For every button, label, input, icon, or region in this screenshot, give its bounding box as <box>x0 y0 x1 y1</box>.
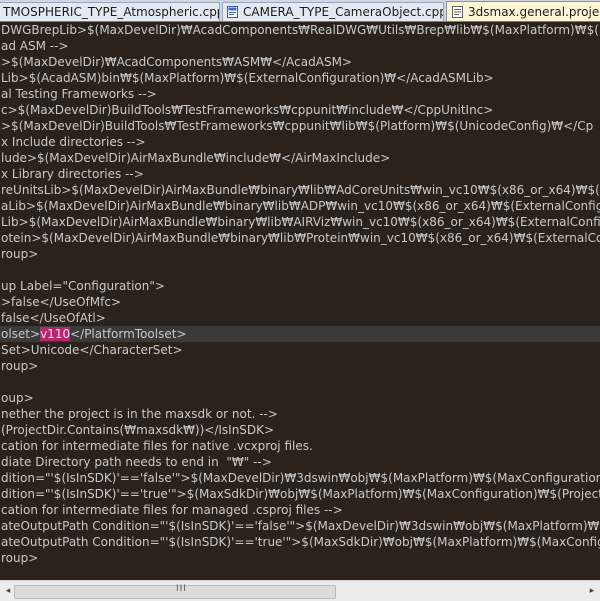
tab-general-project[interactable]: 3dsmax.general.project <box>446 1 600 21</box>
code-line: x Library directories --> <box>1 167 144 181</box>
code-line: >$(MaxDevelDir)BuildTools₩TestFrameworks… <box>1 119 594 133</box>
code-line: otein>$(MaxDevelDir)AirMaxBundle₩binary₩… <box>1 231 600 245</box>
code-line: roup> <box>1 359 39 373</box>
tab-label: CAMERA_TYPE_CameraObject.cpp <box>243 5 444 19</box>
code-line: DWGBrepLib>$(MaxDevelDir)₩AcadComponents… <box>1 23 599 37</box>
code-line: nether the project is in the maxsdk or n… <box>1 407 278 421</box>
code-line: (ProjectDir.Contains(₩maxsdk₩))</IsInSDK… <box>1 423 275 437</box>
code-line: al Testing Frameworks --> <box>1 87 157 101</box>
code-line: diate Directory path needs to end in "₩"… <box>1 455 272 469</box>
code-line: aLib>$(MaxDevelDir)AirMaxBundle₩binary₩l… <box>1 199 600 213</box>
code-line: c>$(MaxDevelDir)BuildTools₩TestFramework… <box>1 103 494 117</box>
code-line: oup> <box>1 391 34 405</box>
project-file-icon <box>452 5 463 18</box>
current-code-line: olset>v110</PlatformToolset> <box>0 326 600 342</box>
code-line: roup> <box>1 551 39 565</box>
scroll-right-arrow-icon[interactable]: ▸ <box>585 584 599 598</box>
code-line: cation for intermediate files for manage… <box>1 503 343 517</box>
code-line: >$(MaxDevelDir)₩AcadComponents₩ASM₩</Aca… <box>1 55 352 69</box>
code-line: ateOutputPath Condition="'$(IsInSDK)'=='… <box>1 535 600 549</box>
tab-atmospheric-cpp[interactable]: TMOSPHERIC_TYPE_Atmospheric.cpp <box>0 2 220 21</box>
tab-label: 3dsmax.general.project <box>468 4 600 19</box>
code-line: lude>$(MaxDevelDir)AirMaxBundle₩include₩… <box>1 151 391 165</box>
code-line: ad ASM --> <box>1 39 69 53</box>
scrollbar-grip-icon: III <box>176 584 187 594</box>
horizontal-scrollbar[interactable]: ◂ III ▸ <box>0 580 600 601</box>
code-line: x Include directories --> <box>1 135 146 149</box>
code-line: Lib>$(AcadASM)bin₩$(MaxPlatform)₩$(Exter… <box>1 71 494 85</box>
tab-camera-object-cpp[interactable]: CAMERA_TYPE_CameraObject.cpp <box>222 2 444 21</box>
code-line: Set>Unicode</CharacterSet> <box>1 343 183 357</box>
code-line: reUnitsLib>$(MaxDevelDir)AirMaxBundle₩bi… <box>1 183 600 197</box>
tab-label: TMOSPHERIC_TYPE_Atmospheric.cpp <box>3 5 220 19</box>
cpp-file-icon <box>227 6 238 18</box>
code-line: cation for intermediate files for native… <box>1 439 313 453</box>
code-line: up Label="Configuration"> <box>1 279 165 293</box>
code-line: roup> <box>1 247 39 261</box>
selected-text[interactable]: v110 <box>40 327 71 341</box>
code-line: false</UseOfAtl> <box>1 311 106 325</box>
scrollbar-thumb[interactable] <box>14 585 336 599</box>
code-line: ateOutputPath Condition="'$(IsInSDK)'=='… <box>1 519 600 533</box>
code-line: dition="'$(IsInSDK)'=='true'">$(MaxSdkDi… <box>1 487 600 501</box>
code-line: >false</UseOfMfc> <box>1 295 122 309</box>
code-editor[interactable]: DWGBrepLib>$(MaxDevelDir)₩AcadComponents… <box>0 22 600 580</box>
scroll-left-arrow-icon[interactable]: ◂ <box>1 584 15 598</box>
code-line: Lib>$(MaxDevelDir)AirMaxBundle₩binary₩li… <box>1 215 600 229</box>
code-line: dition="'$(IsInSDK)'=='false'">$(MaxDeve… <box>1 471 600 485</box>
tab-bar: TMOSPHERIC_TYPE_Atmospheric.cpp CAMERA_T… <box>0 0 600 22</box>
